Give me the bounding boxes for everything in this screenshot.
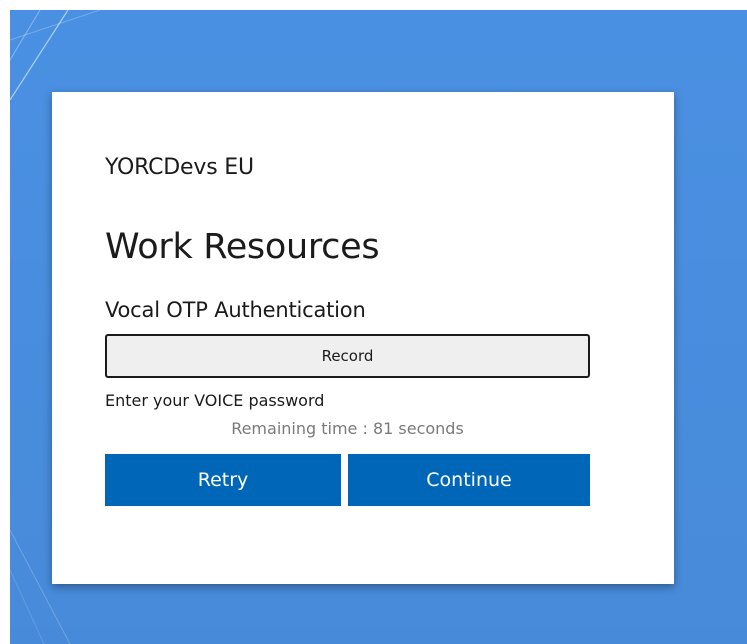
- auth-method-heading: Vocal OTP Authentication: [105, 298, 366, 322]
- remaining-time-text: Remaining time : 81 seconds: [231, 419, 464, 438]
- continue-button[interactable]: Continue: [348, 454, 590, 506]
- window-edge: [0, 10, 10, 644]
- desktop-background: YORCDevs EU Work Resources Vocal OTP Aut…: [0, 10, 747, 644]
- login-card: YORCDevs EU Work Resources Vocal OTP Aut…: [52, 92, 674, 584]
- record-button[interactable]: Record: [105, 334, 590, 378]
- retry-button[interactable]: Retry: [105, 454, 341, 506]
- organization-name: YORCDevs EU: [105, 155, 254, 180]
- page-title: Work Resources: [105, 227, 380, 267]
- voice-password-instruction: Enter your VOICE password: [105, 391, 325, 410]
